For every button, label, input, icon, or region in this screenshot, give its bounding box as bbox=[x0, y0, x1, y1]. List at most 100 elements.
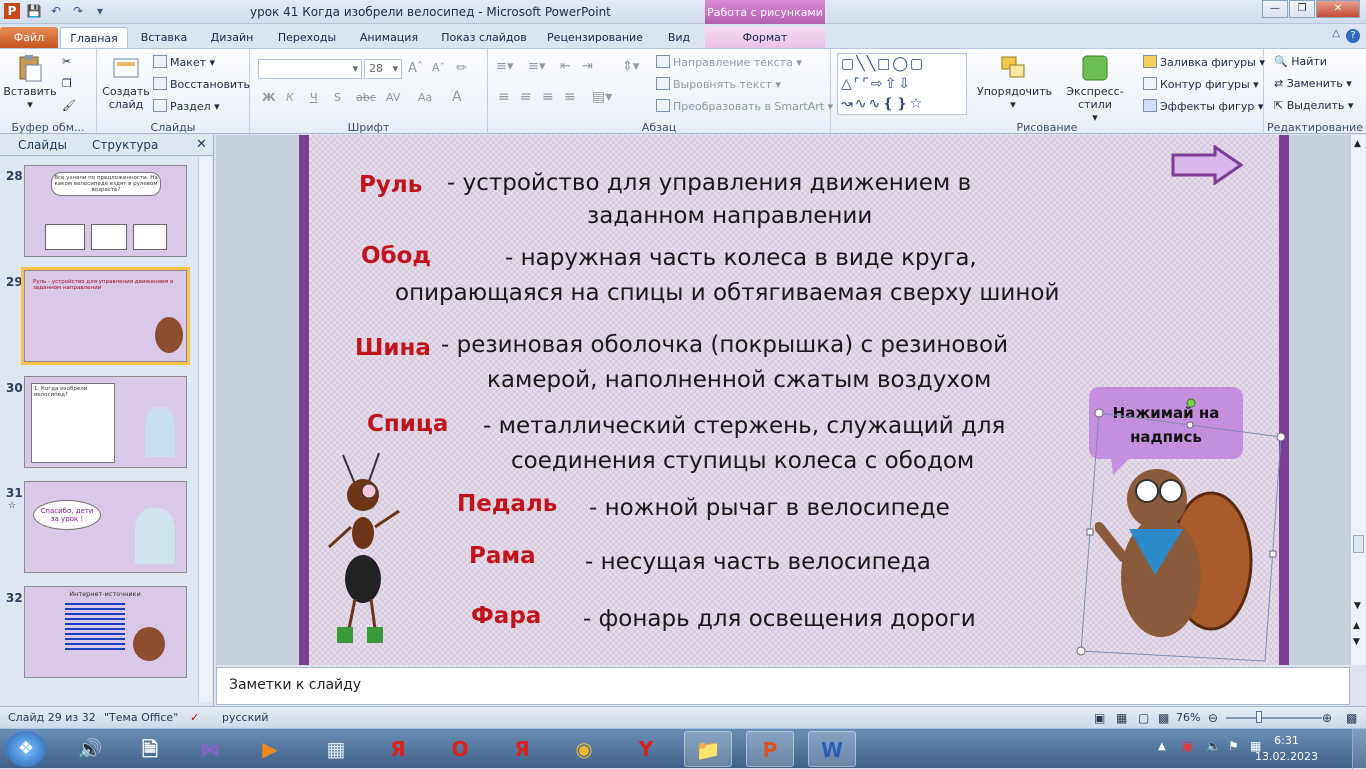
char-spacing-button[interactable]: AV bbox=[386, 91, 400, 104]
scroll-thumb[interactable] bbox=[1353, 535, 1364, 553]
zoom-in-icon[interactable]: ⊕ bbox=[1322, 711, 1332, 725]
video-player-icon[interactable]: ▶ bbox=[246, 731, 294, 767]
media-player-icon[interactable]: 🔊 bbox=[66, 731, 114, 767]
collapse-ribbon-icon[interactable]: △ bbox=[1332, 28, 1340, 39]
minimize-button[interactable]: — bbox=[1262, 0, 1288, 18]
layout-button[interactable]: Макет ▾ bbox=[153, 55, 215, 69]
columns-icon[interactable]: ▤▾ bbox=[592, 89, 612, 105]
tab-insert[interactable]: Вставка bbox=[140, 27, 188, 48]
slide-thumbnail-32[interactable]: Интернет-источники bbox=[24, 586, 187, 678]
font-color-icon[interactable]: A bbox=[452, 89, 462, 105]
strikethrough-button[interactable]: abc bbox=[356, 91, 376, 104]
term-fara[interactable]: Фара bbox=[471, 603, 541, 629]
tab-format[interactable]: Формат bbox=[705, 27, 825, 48]
zoom-out-icon[interactable]: ⊖ bbox=[1208, 711, 1218, 725]
italic-button[interactable]: К bbox=[286, 91, 294, 104]
clear-format-icon[interactable]: ✏ bbox=[456, 61, 467, 76]
tab-review[interactable]: Рецензирование bbox=[546, 27, 644, 48]
reset-button[interactable]: Восстановить bbox=[153, 77, 250, 91]
increase-indent-icon[interactable]: ⇥ bbox=[582, 59, 593, 74]
show-desktop-button[interactable] bbox=[1352, 729, 1366, 769]
maximize-button[interactable]: ❐ bbox=[1289, 0, 1315, 18]
slide-scrollbar[interactable]: ▲ ▼ ▲ ▼ bbox=[1350, 135, 1366, 665]
shadow-button[interactable]: S bbox=[334, 91, 341, 104]
term-shina[interactable]: Шина bbox=[355, 335, 431, 361]
shape-effects-button[interactable]: Эффекты фигур ▾ bbox=[1143, 99, 1263, 113]
tab-transitions[interactable]: Переходы bbox=[276, 27, 338, 48]
slideshow-view-icon[interactable]: ▩ bbox=[1158, 711, 1169, 725]
tab-animation[interactable]: Анимация bbox=[356, 27, 422, 48]
scroll-up-icon[interactable]: ▲ bbox=[1354, 139, 1361, 149]
language[interactable]: русский bbox=[222, 711, 269, 724]
term-spitsa[interactable]: Спица bbox=[367, 411, 448, 437]
tab-slideshow[interactable]: Показ слайдов bbox=[440, 27, 528, 48]
align-right-icon[interactable]: ≡ bbox=[542, 89, 554, 105]
term-obod[interactable]: Обод bbox=[361, 243, 431, 269]
cut-icon[interactable]: ✂ bbox=[62, 55, 71, 68]
tab-slides[interactable]: Слайды bbox=[18, 138, 67, 152]
visual-studio-icon[interactable]: ⋈ bbox=[186, 731, 234, 767]
section-button[interactable]: Раздел ▾ bbox=[153, 99, 220, 113]
volume-icon[interactable]: 🔈 bbox=[1206, 739, 1221, 753]
slide-thumbnail-28[interactable]: Все узнали по предложенности. На каком в… bbox=[24, 165, 187, 257]
term-rul[interactable]: Руль bbox=[359, 172, 422, 198]
decrease-indent-icon[interactable]: ⇤ bbox=[560, 59, 571, 74]
reading-view-icon[interactable]: ▢ bbox=[1138, 711, 1149, 725]
undo-icon[interactable]: ↶ bbox=[48, 3, 64, 19]
start-button[interactable]: ❖ bbox=[6, 731, 46, 767]
panel-scrollbar[interactable] bbox=[198, 157, 212, 702]
align-text-button[interactable]: Выровнять текст ▾ bbox=[656, 77, 781, 91]
chrome-icon[interactable]: ◉ bbox=[560, 731, 608, 767]
zoom-slider-thumb[interactable] bbox=[1256, 711, 1262, 723]
grow-font-icon[interactable]: Aˆ bbox=[408, 61, 423, 76]
tab-home[interactable]: Главная bbox=[60, 27, 128, 48]
save-icon[interactable]: 💾 bbox=[26, 3, 42, 19]
bullets-icon[interactable]: ≡▾ bbox=[496, 59, 513, 74]
customize-qat-icon[interactable]: ▾ bbox=[92, 3, 108, 19]
bold-button[interactable]: Ж bbox=[262, 91, 275, 104]
document-icon[interactable]: 🗎 bbox=[126, 731, 174, 767]
tab-design[interactable]: Дизайн bbox=[206, 27, 258, 48]
slide-thumbnail-31[interactable]: Спасибо, дети за урок ! bbox=[24, 481, 187, 573]
slide-thumbnail-30[interactable]: 1. Когда изобрели велосипед? bbox=[24, 376, 187, 468]
paste-button[interactable]: Вставить ▾ bbox=[2, 53, 58, 111]
shapes-gallery[interactable]: ▢╲╲□◯▢ △⌜⌜⇨⇧⇩ ↝∿∿❴❵☆ bbox=[837, 53, 967, 115]
new-slide-button[interactable]: Создать слайд bbox=[101, 53, 151, 111]
zoom-level[interactable]: 76% bbox=[1176, 711, 1200, 724]
help-icon[interactable]: ? bbox=[1346, 29, 1360, 43]
tab-view[interactable]: Вид bbox=[662, 27, 696, 48]
selection-frame[interactable] bbox=[1069, 395, 1299, 665]
shrink-font-icon[interactable]: Aˇ bbox=[432, 61, 445, 74]
shape-fill-button[interactable]: Заливка фигуры ▾ bbox=[1143, 55, 1265, 69]
term-rama[interactable]: Рама bbox=[469, 543, 536, 569]
flag-icon[interactable]: ⚑ bbox=[1228, 739, 1239, 753]
word-taskbar-icon[interactable]: W bbox=[808, 731, 856, 767]
find-button[interactable]: 🔍 Найти bbox=[1274, 55, 1327, 68]
text-direction-button[interactable]: Направление текста ▾ bbox=[656, 55, 802, 69]
change-case-button[interactable]: Aa bbox=[418, 91, 432, 104]
zoom-slider[interactable] bbox=[1226, 717, 1322, 719]
tab-file[interactable]: Файл bbox=[0, 27, 58, 48]
justify-icon[interactable]: ≡ bbox=[564, 89, 576, 105]
font-size-combo[interactable]: 28 ▾ bbox=[364, 59, 402, 79]
align-center-icon[interactable]: ≡ bbox=[520, 89, 532, 105]
line-spacing-icon[interactable]: ⇕▾ bbox=[622, 59, 639, 74]
font-name-combo[interactable]: ▾ bbox=[258, 59, 362, 79]
scroll-down-icon[interactable]: ▼ bbox=[1354, 601, 1361, 611]
calculator-icon[interactable]: ▦ bbox=[312, 731, 360, 767]
align-left-icon[interactable]: ≡ bbox=[498, 89, 510, 105]
notes-pane[interactable]: Заметки к слайду bbox=[216, 667, 1350, 705]
opera-icon[interactable]: O bbox=[436, 731, 484, 767]
term-pedal[interactable]: Педаль bbox=[457, 491, 557, 517]
sorter-view-icon[interactable]: ▦ bbox=[1116, 711, 1127, 725]
select-button[interactable]: ⇱ Выделить ▾ bbox=[1274, 99, 1353, 112]
arrange-button[interactable]: Упорядочить ▾ bbox=[977, 53, 1052, 111]
slide-thumbnail-29[interactable]: Руль - устройство для управления движени… bbox=[21, 267, 190, 365]
replace-button[interactable]: ⇄ Заменить ▾ bbox=[1274, 77, 1352, 90]
smartart-button[interactable]: Преобразовать в SmartArt ▾ bbox=[656, 99, 833, 113]
shape-outline-button[interactable]: Контур фигуры ▾ bbox=[1143, 77, 1259, 91]
tray-app-icon[interactable]: ▣ bbox=[1182, 739, 1193, 753]
fit-slide-icon[interactable]: ▩ bbox=[1346, 711, 1357, 725]
redo-icon[interactable]: ↷ bbox=[70, 3, 86, 19]
copy-icon[interactable]: ❐ bbox=[62, 77, 72, 90]
